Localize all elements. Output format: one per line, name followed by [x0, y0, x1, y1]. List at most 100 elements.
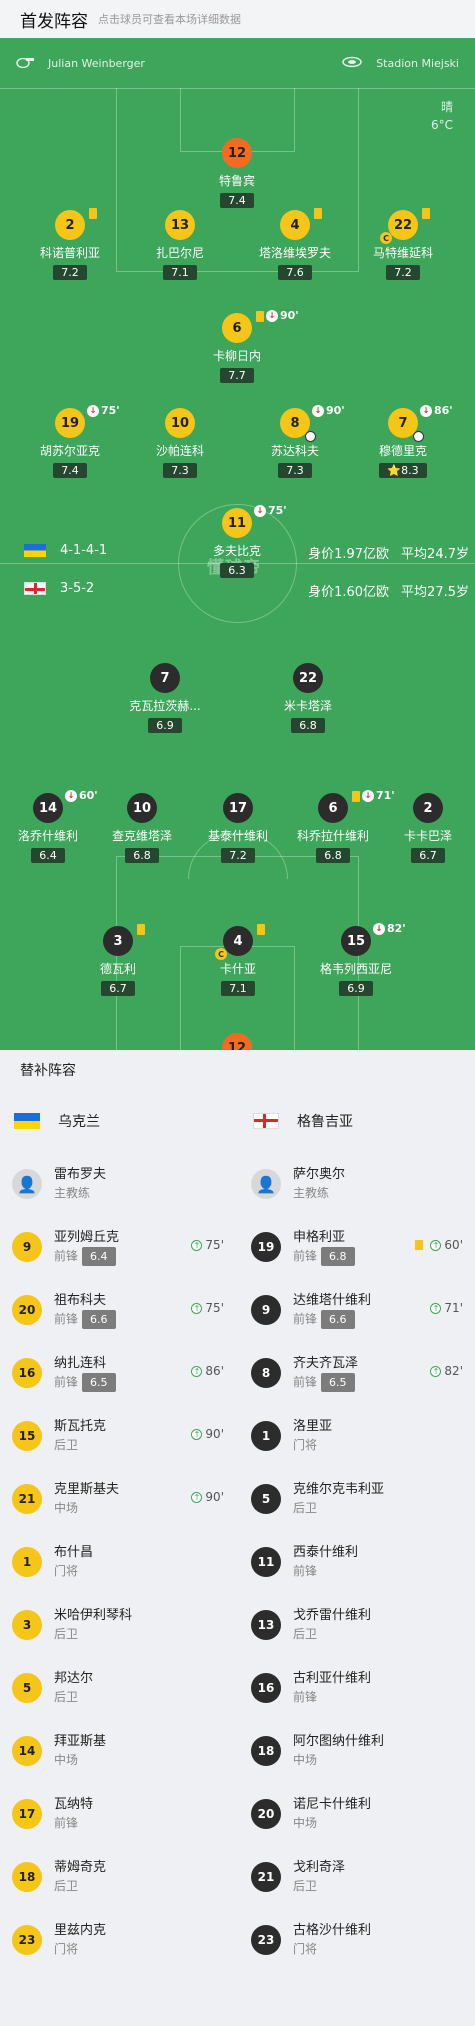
player-name: 苏达科夫 — [270, 444, 319, 458]
away-coach-row[interactable]: 👤 萨尔奥尔 主教练 — [239, 1153, 475, 1216]
home-player-marker[interactable]: 22 C 马特维延科 7.2 — [355, 208, 451, 280]
player-info: 达维塔什维利 前锋 6.6 — [293, 1291, 371, 1329]
home-bench-row[interactable]: 17 瓦纳特 前锋 — [0, 1783, 236, 1846]
away-bench-row[interactable]: 5 克维尔克韦利亚 后卫 — [239, 1468, 475, 1531]
sub-in-icon: ↑ — [430, 1239, 442, 1251]
player-name: 纳扎连科 — [54, 1356, 107, 1371]
player-name: 德瓦利 — [99, 962, 136, 976]
position-text: 前锋 — [293, 1375, 318, 1389]
player-name: 扎巴尔尼 — [155, 246, 204, 260]
away-bench-row[interactable]: 1 洛里亚 门将 — [239, 1405, 475, 1468]
away-bench-row[interactable]: 16 古利亚什维利 前锋 — [239, 1657, 475, 1720]
home-bench-row[interactable]: 18 蒂姆奇克 后卫 — [0, 1846, 236, 1909]
bench-header: 替补阵容 — [0, 1050, 475, 1090]
away-bench-row[interactable]: 21 戈利奇泽 后卫 — [239, 1846, 475, 1909]
player-number-badge: 20 — [251, 1799, 281, 1829]
home-bench-row[interactable]: 5 邦达尔 后卫 — [0, 1657, 236, 1720]
player-number-badge: 2 — [413, 793, 443, 823]
position-text: 后卫 — [54, 1879, 79, 1893]
away-player-marker[interactable]: 2 卡卡巴泽 6.7 — [380, 793, 475, 863]
player-info: 祖布科夫 前锋 6.6 — [54, 1291, 116, 1329]
player-number-badge: 21 — [251, 1862, 281, 1892]
position-text: 前锋 — [54, 1375, 79, 1389]
away-player-marker[interactable]: 7 克瓦拉茨赫... 6.9 — [117, 663, 213, 733]
referee-name: Julian Weinberger — [48, 56, 145, 70]
sub-in-indicator: ↑ 71' — [430, 1301, 463, 1315]
position-text: 后卫 — [293, 1627, 318, 1641]
sub-in-minute: 75' — [205, 1238, 224, 1252]
player-info: 克维尔克韦利亚 后卫 — [293, 1480, 384, 1518]
sub-out-indicator: ↓ 60' — [65, 789, 98, 802]
home-player-marker[interactable]: 7 ↓ 86' 穆德里克 ⭐8.3 — [355, 404, 453, 478]
player-rating: 6.7 — [101, 981, 135, 996]
player-number-badge: 13 — [165, 210, 195, 240]
sub-in-icon: ↑ — [430, 1365, 442, 1377]
home-bench-row[interactable]: 15 斯瓦托克 后卫 ↑ 90' — [0, 1405, 236, 1468]
away-bench-row[interactable]: 11 西泰什维利 前锋 — [239, 1531, 475, 1594]
player-info: 诺尼卡什维利 中场 — [293, 1795, 371, 1833]
away-player-marker[interactable]: 6 ↓ 71' 科乔拉什维利 6.8 — [285, 789, 395, 863]
player-position: 后卫 — [293, 1625, 371, 1644]
away-player-marker[interactable]: 10 查克维塔泽 6.8 — [94, 793, 190, 863]
away-player-marker[interactable]: 4 C 卡什亚 7.1 — [190, 924, 286, 996]
player-number-badge: 4C — [215, 924, 265, 960]
player-rating: 6.8 — [291, 718, 325, 733]
player-name: 穆德里克 — [378, 444, 427, 458]
home-player-marker[interactable]: 19 ↓ 75' 胡苏尔亚克 7.4 — [22, 404, 120, 478]
away-player-marker[interactable]: 22 米卡塔泽 6.8 — [260, 663, 356, 733]
away-bench-row[interactable]: 13 戈乔雷什维利 后卫 — [239, 1594, 475, 1657]
home-bench-row[interactable]: 21 克里斯基夫 中场 ↑ 90' — [0, 1468, 236, 1531]
away-player-marker[interactable]: 12马马尔达什...6.6 — [189, 1033, 285, 1050]
player-rating: 7.4 — [53, 463, 87, 478]
home-player-marker[interactable]: 11 ↓ 75' 多夫比克 6.3 — [189, 504, 287, 578]
sub-in-icon: ↑ — [191, 1428, 203, 1440]
sub-out-minute: 75' — [268, 504, 287, 517]
player-number-badge: 8 — [251, 1358, 281, 1388]
player-number-badge: 3 — [12, 1610, 42, 1640]
away-player-marker[interactable]: 3 德瓦利 6.7 — [70, 924, 166, 996]
home-bench-row[interactable]: 1 布什昌 门将 — [0, 1531, 236, 1594]
home-player-marker[interactable]: 4 塔洛维埃罗夫 7.6 — [247, 208, 343, 280]
yellow-card-icon — [257, 924, 265, 935]
sub-in-minute: 90' — [205, 1427, 224, 1441]
home-player-marker[interactable]: 8 ↓ 90' 苏达科夫 7.3 — [247, 404, 345, 478]
player-number-badge: 7 — [150, 663, 180, 693]
sub-out-indicator: ↓ 75' — [254, 504, 287, 517]
sub-out-icon: ↓ — [420, 404, 432, 417]
away-player-marker[interactable]: 14 ↓ 60' 洛乔什维利 6.4 — [0, 789, 98, 863]
home-player-marker[interactable]: 13 扎巴尔尼 7.1 — [132, 210, 228, 280]
home-bench-row[interactable]: 16 纳扎连科 前锋 6.5 ↑ 86' — [0, 1342, 236, 1405]
home-player-marker[interactable]: 12 特鲁宾 7.4 — [189, 138, 285, 208]
home-bench-row[interactable]: 9 亚列姆丘克 前锋 6.4 ↑ 75' — [0, 1216, 236, 1279]
away-bench-row[interactable]: 19 申格利亚 前锋 6.8 ↑ 60' — [239, 1216, 475, 1279]
sub-out-indicator: ↓ 90' — [266, 309, 299, 322]
player-number-badge: 8 ↓ 90' — [280, 404, 345, 442]
player-number-badge: 18 — [12, 1862, 42, 1892]
position-text: 门将 — [293, 1438, 318, 1452]
player-number-badge: 5 — [251, 1484, 281, 1514]
sub-in-minute: 75' — [205, 1301, 224, 1315]
player-number-badge: 5 — [12, 1673, 42, 1703]
away-player-marker[interactable]: 17 基泰什维利 7.2 — [190, 793, 286, 863]
home-bench-row[interactable]: 20 祖布科夫 前锋 6.6 ↑ 75' — [0, 1279, 236, 1342]
player-position: 后卫 — [54, 1688, 93, 1707]
player-name: 布什昌 — [54, 1545, 94, 1560]
home-bench-row[interactable]: 14 拜亚斯基 中场 — [0, 1720, 236, 1783]
home-player-marker[interactable]: 10 沙帕连科 7.3 — [132, 408, 228, 478]
home-bench-row[interactable]: 3 米哈伊利琴科 后卫 — [0, 1594, 236, 1657]
position-text: 前锋 — [54, 1312, 79, 1326]
home-coach-row[interactable]: 👤 雷布罗夫 主教练 — [0, 1153, 236, 1216]
home-player-marker[interactable]: 2 科诺普利亚 7.2 — [22, 208, 118, 280]
player-position: 前锋 6.6 — [54, 1310, 116, 1329]
home-player-marker[interactable]: 6 ↓ 90' 卡柳日内 7.7 — [189, 309, 299, 383]
player-info: 米哈伊利琴科 后卫 — [54, 1606, 132, 1644]
temperature: 6°C — [430, 118, 453, 132]
player-position: 前锋 6.4 — [54, 1247, 119, 1266]
player-rating: 7.2 — [221, 848, 255, 863]
away-bench-row[interactable]: 9 达维塔什维利 前锋 6.6 ↑ 71' — [239, 1279, 475, 1342]
away-bench-row[interactable]: 18 阿尔图纳什维利 中场 — [239, 1720, 475, 1783]
away-player-marker[interactable]: 15 ↓ 82' 格韦列西亚尼 6.9 — [308, 922, 406, 996]
away-bench-row[interactable]: 8 齐夫齐瓦泽 前锋 6.5 ↑ 82' — [239, 1342, 475, 1405]
away-bench-row[interactable]: 20 诺尼卡什维利 中场 — [239, 1783, 475, 1846]
home-value-row: 身价1.97亿欧 平均24.7岁 — [308, 543, 469, 562]
